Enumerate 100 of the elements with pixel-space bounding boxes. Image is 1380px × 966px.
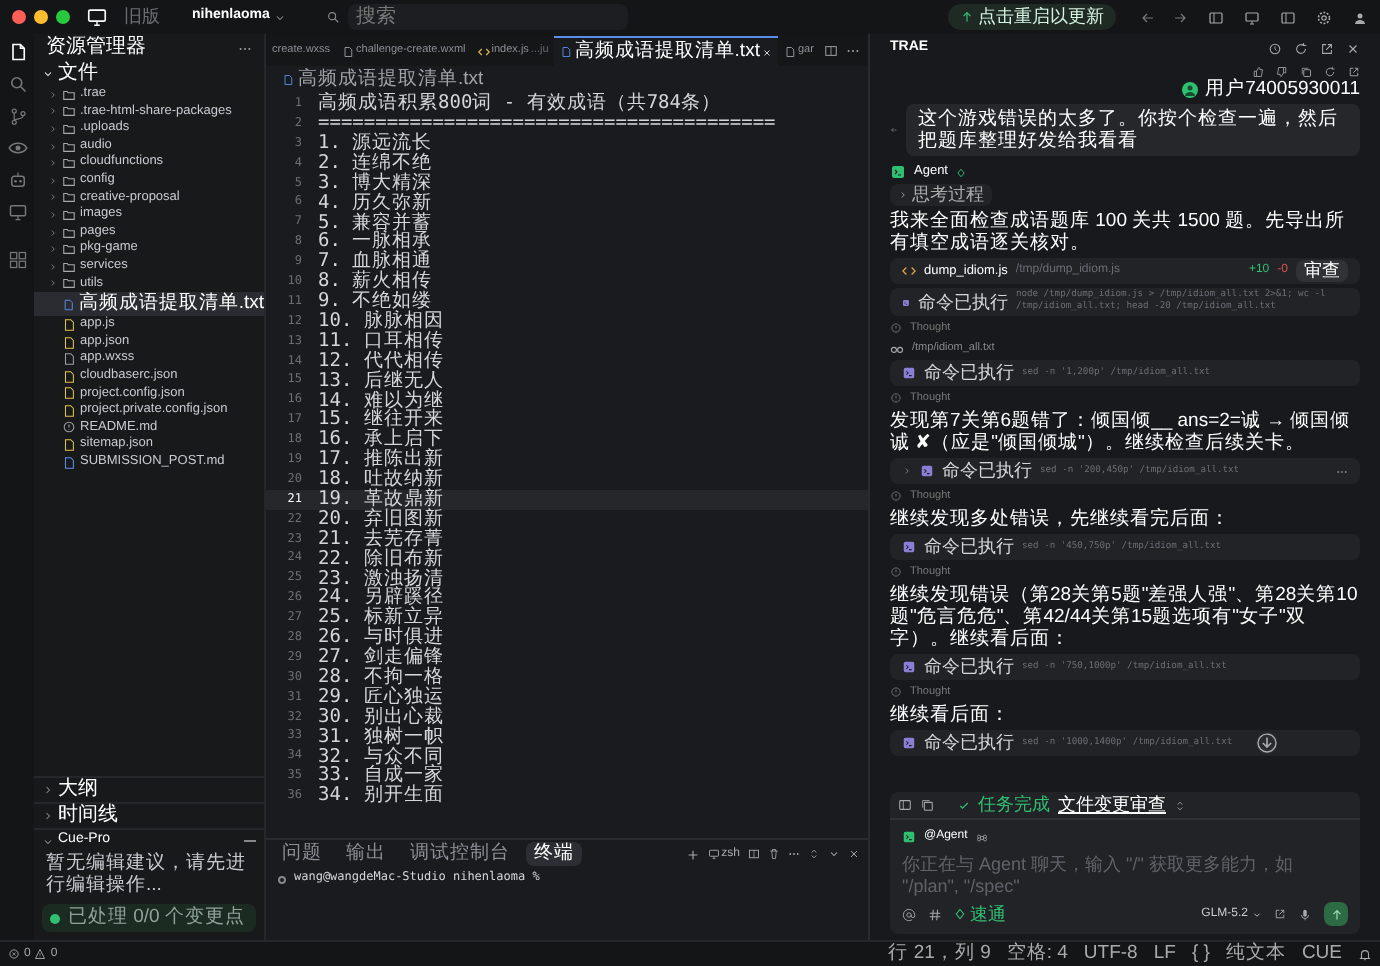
send-icon — [1329, 907, 1343, 921]
update-icon — [960, 10, 974, 24]
account-icon[interactable] — [1352, 9, 1368, 25]
thought-icon — [890, 392, 902, 404]
panel-header[interactable]: 时间线 — [34, 802, 264, 828]
grid-icon[interactable] — [7, 250, 27, 270]
code-line: 19. 革故鼎新 — [318, 490, 444, 509]
review-button[interactable]: 审查 — [1296, 260, 1348, 282]
chevron-icon — [898, 190, 908, 200]
panel-tab[interactable]: 输出 — [338, 842, 394, 866]
files-icon[interactable] — [7, 42, 27, 62]
user-message: 这个游戏错误的太多了。你按个检查一遍，然后把题库整理好发给我看看 — [906, 104, 1360, 156]
code-line: 22. 除旧布新 — [318, 549, 444, 569]
code-line: 31. 独树一帜 — [318, 727, 444, 747]
code-line: 16. 承上启下 — [318, 430, 444, 450]
add-terminal-icon[interactable] — [685, 847, 700, 861]
update-button[interactable]: 点击重启以更新 — [948, 4, 1116, 30]
code-line: 10. 脉脉相因 — [318, 311, 444, 331]
code-line: 7. 血脉相通 — [318, 252, 433, 272]
robot-icon[interactable] — [7, 170, 27, 190]
sidebar-title: 资源管理器 — [46, 38, 146, 58]
mention-icon[interactable] — [902, 907, 916, 921]
panel-tab[interactable]: 终端 — [526, 842, 582, 866]
forward-icon[interactable] — [1172, 9, 1188, 25]
status-item[interactable]: UTF-8 — [1083, 944, 1138, 964]
bell-icon[interactable] — [1358, 947, 1372, 961]
status-item[interactable]: { } — [1191, 944, 1210, 964]
copy-icon[interactable] — [1300, 65, 1312, 77]
code-line: 高频成语积累800词 - 有效成语（共784条） — [318, 94, 721, 114]
code-line: 18. 吐故纳新 — [318, 470, 444, 490]
close-icon[interactable] — [1346, 41, 1360, 55]
message-text: 我来全面检查成语题库 100 关共 1500 题。先导出所有填空成语逐关核对。 — [890, 210, 1348, 254]
prompt-marker — [278, 876, 286, 884]
close-icon[interactable] — [848, 848, 860, 860]
expand-icon[interactable] — [1274, 908, 1286, 920]
tree-item[interactable]: 高频成语提取清单.txt — [34, 292, 264, 317]
code-line: 1. 源远流长 — [318, 133, 433, 153]
status-item[interactable]: 纯文本 — [1225, 944, 1286, 964]
sidebar-toggle-icon[interactable] — [1208, 9, 1224, 25]
thought-icon — [890, 322, 902, 334]
command-status: 命令已执行 — [924, 658, 1014, 676]
thought-icon — [890, 686, 902, 698]
thumbs-down-icon[interactable] — [1276, 65, 1288, 77]
refresh-icon[interactable] — [1324, 65, 1336, 77]
file-icon — [342, 45, 355, 57]
trash-icon[interactable] — [768, 848, 780, 860]
sidebar-toggle-icon[interactable] — [1280, 9, 1296, 25]
search-icon[interactable] — [7, 74, 27, 94]
status-item[interactable]: LF — [1153, 944, 1176, 964]
scroll-down-icon[interactable] — [1256, 732, 1279, 754]
list-icon[interactable] — [898, 798, 912, 812]
status-card: 已处理 0/0 个变更点 — [42, 904, 256, 932]
panel-tab[interactable]: 问题 — [274, 842, 330, 866]
code-line: 27. 剑走偏锋 — [318, 648, 444, 668]
monitor-icon[interactable] — [7, 202, 27, 222]
updown-icon[interactable] — [1174, 799, 1186, 811]
microphone-icon[interactable] — [1298, 907, 1312, 921]
status-item[interactable]: 行 21，列 9 — [888, 944, 991, 964]
file-icon — [282, 73, 294, 85]
close-icon — [761, 47, 772, 57]
terminal-icon — [902, 366, 916, 380]
toggle-icon[interactable] — [808, 848, 820, 860]
settings-icon[interactable] — [1316, 9, 1332, 25]
editor-tab[interactable]: 高频成语提取清单.txt — [554, 36, 778, 66]
thinking-toggle[interactable]: 思考过程 — [890, 184, 992, 206]
message-text: 继续看后面： — [890, 704, 1012, 726]
command-status: 命令已执行 — [924, 538, 1014, 556]
thought-icon — [890, 566, 902, 578]
thumbs-up-icon[interactable] — [1252, 65, 1264, 77]
search-field[interactable]: 搜索 — [347, 4, 628, 30]
document-icon[interactable] — [920, 798, 934, 812]
code-line: 11. 口耳相传 — [318, 331, 444, 351]
diamond-icon — [956, 167, 966, 177]
caret-icon — [1252, 909, 1262, 919]
code-line: 9. 不绝如缕 — [318, 292, 433, 312]
panel-tab[interactable]: 调试控制台 — [402, 842, 518, 866]
tree-root[interactable]: 文件 — [34, 62, 264, 86]
breadcrumb[interactable]: 高频成语提取清单.txt — [266, 66, 868, 92]
split-editor-icon[interactable] — [823, 44, 838, 58]
message-text: 继续发现多处错误，先继续看完后面： — [890, 508, 1232, 530]
panel-header[interactable]: 大纲 — [34, 776, 264, 802]
branch-icon[interactable] — [7, 106, 27, 126]
code-icon — [902, 264, 916, 278]
share-icon[interactable] — [1320, 41, 1334, 55]
panel-toggle-icon[interactable] — [1244, 9, 1260, 25]
mode-button[interactable]: 速通 — [954, 905, 1006, 923]
split-terminal-icon[interactable] — [748, 848, 760, 860]
collapse-icon[interactable] — [828, 848, 840, 860]
status-item[interactable]: 空格: 4 — [1006, 944, 1068, 964]
command-status: 命令已执行 — [917, 293, 1008, 311]
back-icon[interactable] — [1140, 9, 1156, 25]
eye-icon[interactable] — [7, 138, 27, 158]
hash-icon[interactable] — [928, 907, 942, 921]
terminal-icon — [902, 660, 916, 674]
code-line: 17. 推陈出新 — [318, 450, 444, 470]
message-input[interactable]: 你正在与 Agent 聊天，输入 "/" 获取更多能力，如 "/plan", "/spec" — [902, 854, 1348, 902]
review-link[interactable]: 文件变更审查 — [1058, 796, 1166, 814]
expand-icon[interactable] — [1348, 65, 1360, 77]
status-item[interactable]: CUE — [1301, 944, 1342, 964]
send-button[interactable] — [1324, 902, 1348, 926]
